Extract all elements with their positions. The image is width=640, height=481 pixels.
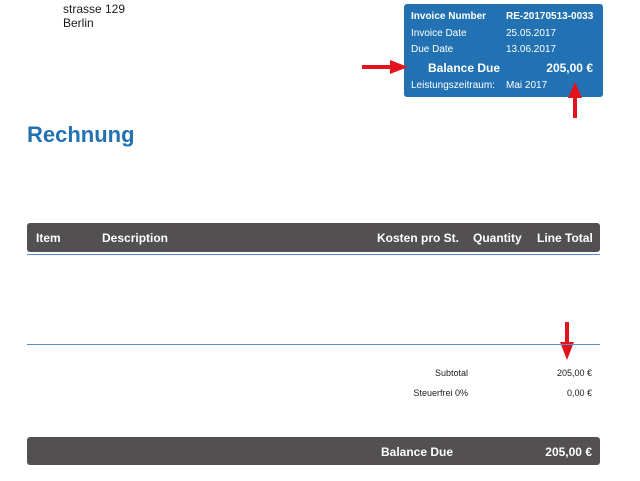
arrow-down-icon — [560, 322, 574, 360]
invoice-date-value: 25.05.2017 — [506, 28, 557, 39]
subtotal-label: Subtotal — [434, 368, 468, 378]
header-item: Item — [36, 231, 61, 245]
period-value: Mai 2017 — [506, 80, 548, 91]
subtotal-row: Subtotal 205,00 € — [380, 368, 592, 378]
balance-due-row: Balance Due 205,00 € — [428, 61, 593, 75]
header-line-total: Line Total — [537, 231, 593, 245]
invoice-number-row: Invoice Number RE-20170513-0033 — [411, 11, 595, 22]
tax-label: Steuerfrei 0% — [413, 388, 468, 398]
tax-row: Steuerfrei 0% 0,00 € — [380, 388, 592, 398]
invoice-number-label: Invoice Number — [411, 11, 487, 22]
page-title: Rechnung — [27, 122, 135, 147]
invoice-date-row: Invoice Date 25.05.2017 — [411, 28, 595, 39]
balance-due-value: 205,00 € — [546, 61, 593, 75]
invoice-number-value: RE-20170513-0033 — [506, 11, 594, 22]
arrow-up-icon — [568, 82, 582, 118]
tax-value: 0,00 € — [566, 388, 592, 398]
header-unit-cost: Kosten pro St. — [377, 231, 460, 245]
header-description: Description — [102, 231, 169, 245]
header-quantity: Quantity — [473, 231, 522, 245]
due-date-label: Due Date — [411, 44, 454, 55]
address-street: strasse 129 — [63, 2, 126, 16]
arrow-right-icon — [362, 60, 408, 74]
due-date-value: 13.06.2017 — [506, 44, 557, 55]
customer-address: strasse 129 Berlin — [63, 2, 125, 30]
invoice-date-label: Invoice Date — [411, 28, 467, 39]
footer-balance-value: 205,00 € — [545, 445, 592, 459]
subtotal-value: 205,00 € — [556, 368, 592, 378]
balance-due-label: Balance Due — [428, 61, 501, 75]
table-divider-bottom — [27, 344, 600, 345]
balance-due-footer: Balance Due 205,00 € — [27, 437, 600, 465]
footer-balance-label: Balance Due — [381, 445, 454, 459]
table-header: Item Description Kosten pro St. Quantity… — [27, 223, 600, 252]
period-label: Leistungszeitraum: — [411, 80, 495, 91]
table-divider-top — [27, 254, 600, 255]
address-city: Berlin — [63, 16, 94, 30]
due-date-row: Due Date 13.06.2017 — [411, 44, 595, 55]
